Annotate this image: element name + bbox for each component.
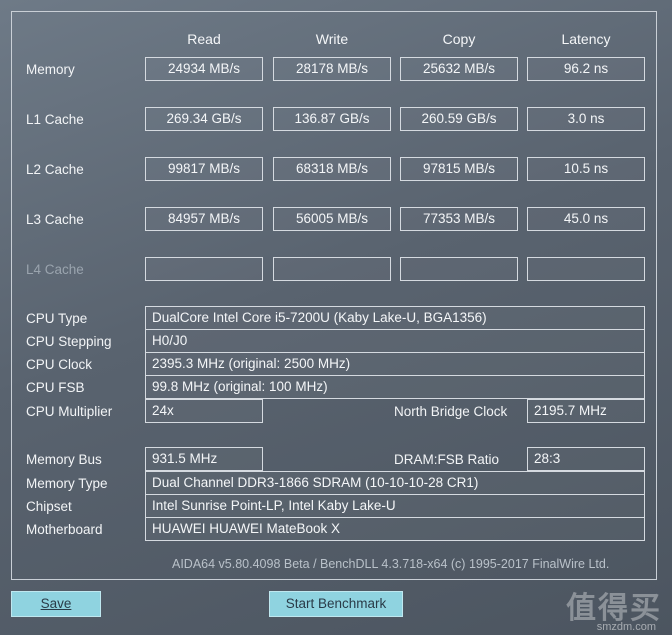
dram-ratio-label: DRAM:FSB Ratio bbox=[394, 452, 500, 467]
memory-latency: 96.2 ns bbox=[527, 57, 645, 81]
cpu-multiplier-value: 24x bbox=[145, 399, 263, 423]
l3-copy: 77353 MB/s bbox=[400, 207, 518, 231]
l1-write: 136.87 GB/s bbox=[273, 107, 391, 131]
cpu-multiplier-label: CPU Multiplier bbox=[26, 404, 113, 419]
memory-bus-label: Memory Bus bbox=[26, 452, 102, 467]
l2-cache-label: L2 Cache bbox=[26, 162, 84, 177]
l3-latency: 45.0 ns bbox=[527, 207, 645, 231]
motherboard-label: Motherboard bbox=[26, 522, 103, 537]
cpu-fsb-value: 99.8 MHz (original: 100 MHz) bbox=[145, 375, 645, 399]
cpu-type-value: DualCore Intel Core i5-7200U (Kaby Lake-… bbox=[145, 306, 645, 330]
start-benchmark-button[interactable]: Start Benchmark bbox=[269, 591, 403, 617]
nb-clock-label: North Bridge Clock bbox=[394, 404, 508, 419]
chipset-value: Intel Sunrise Point-LP, Intel Kaby Lake-… bbox=[145, 494, 645, 518]
cpu-clock-label: CPU Clock bbox=[26, 357, 93, 372]
save-button[interactable]: Save bbox=[11, 591, 101, 617]
memory-read: 24934 MB/s bbox=[145, 57, 263, 81]
cpu-clock-value: 2395.3 MHz (original: 2500 MHz) bbox=[145, 352, 645, 376]
l2-latency: 10.5 ns bbox=[527, 157, 645, 181]
watermark-url: smzdm.com bbox=[596, 621, 656, 633]
cpu-stepping-value: H0/J0 bbox=[145, 329, 645, 353]
l2-read: 99817 MB/s bbox=[145, 157, 263, 181]
start-benchmark-label: Start Benchmark bbox=[285, 596, 387, 611]
memory-type-label: Memory Type bbox=[26, 476, 108, 491]
cpu-type-label: CPU Type bbox=[26, 311, 88, 326]
l3-read: 84957 MB/s bbox=[145, 207, 263, 231]
l4-cache-label: L4 Cache bbox=[26, 262, 84, 277]
header-write: Write bbox=[315, 31, 349, 47]
memory-write: 28178 MB/s bbox=[273, 57, 391, 81]
chipset-label: Chipset bbox=[26, 499, 72, 514]
version-footer: AIDA64 v5.80.4098 Beta / BenchDLL 4.3.71… bbox=[172, 557, 610, 571]
l2-copy: 97815 MB/s bbox=[400, 157, 518, 181]
cpu-fsb-label: CPU FSB bbox=[26, 380, 85, 395]
motherboard-value: HUAWEI HUAWEI MateBook X bbox=[145, 517, 645, 541]
memory-copy: 25632 MB/s bbox=[400, 57, 518, 81]
cpu-stepping-label: CPU Stepping bbox=[26, 334, 112, 349]
dram-ratio-value: 28:3 bbox=[527, 447, 645, 471]
l4-copy bbox=[400, 257, 518, 281]
save-button-label: Save bbox=[40, 596, 72, 611]
memory-label: Memory bbox=[26, 62, 75, 77]
l4-write bbox=[273, 257, 391, 281]
nb-clock-value: 2195.7 MHz bbox=[527, 399, 645, 423]
header-latency: Latency bbox=[561, 31, 611, 47]
l1-read: 269.34 GB/s bbox=[145, 107, 263, 131]
l4-latency bbox=[527, 257, 645, 281]
header-copy: Copy bbox=[442, 31, 476, 47]
header-read: Read bbox=[187, 31, 221, 47]
l1-copy: 260.59 GB/s bbox=[400, 107, 518, 131]
l4-read bbox=[145, 257, 263, 281]
memory-type-value: Dual Channel DDR3-1866 SDRAM (10-10-10-2… bbox=[145, 471, 645, 495]
l1-latency: 3.0 ns bbox=[527, 107, 645, 131]
l2-write: 68318 MB/s bbox=[273, 157, 391, 181]
memory-bus-value: 931.5 MHz bbox=[145, 447, 263, 471]
l3-cache-label: L3 Cache bbox=[26, 212, 84, 227]
l1-cache-label: L1 Cache bbox=[26, 112, 84, 127]
l3-write: 56005 MB/s bbox=[273, 207, 391, 231]
